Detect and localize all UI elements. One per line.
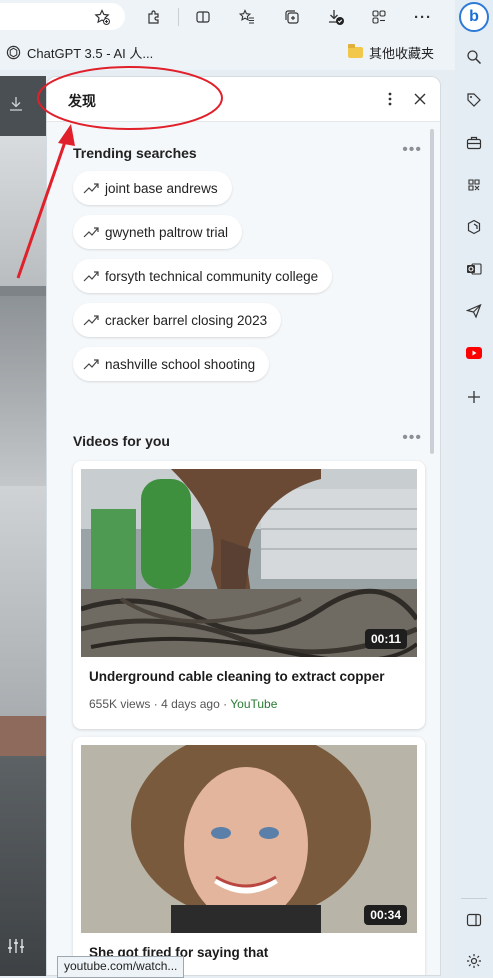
trending-label: forsyth technical community college (105, 268, 319, 284)
trending-label: cracker barrel closing 2023 (105, 312, 268, 328)
panel-title: 发现 (68, 93, 96, 109)
video-views: 655K views (89, 697, 151, 711)
video-meta: 655K views · 4 days ago · YouTube (89, 697, 278, 711)
video-thumbnail[interactable]: 00:11 (81, 469, 417, 657)
outlook-icon[interactable] (464, 259, 484, 279)
video-title: Underground cable cleaning to extract co… (89, 669, 385, 684)
equalizer-icon[interactable] (7, 938, 25, 959)
browser-toolbar: ··· (0, 0, 455, 34)
panel-header: 发现 (47, 77, 440, 122)
status-url: youtube.com/watch... (57, 956, 185, 978)
trending-label: nashville school shooting (105, 356, 256, 372)
trending-label: gwyneth paltrow trial (105, 224, 229, 240)
tools-icon[interactable] (464, 133, 484, 153)
settings-icon[interactable] (464, 951, 484, 971)
add-icon[interactable] (464, 387, 484, 407)
folder-icon (348, 44, 363, 58)
trending-arrow-icon (83, 183, 99, 194)
send-icon[interactable] (464, 301, 484, 321)
page-content-background (0, 76, 46, 976)
trending-title: Trending searches (73, 145, 197, 161)
toolbar-divider (178, 8, 179, 26)
bing-icon[interactable]: b (459, 2, 489, 32)
panel-scrollbar[interactable] (430, 129, 434, 454)
extensions-icon[interactable] (144, 7, 164, 27)
favorite-label: 其他收藏夹 (369, 46, 435, 61)
sidebar-divider (461, 898, 487, 899)
games-icon[interactable] (464, 175, 484, 195)
trending-label: joint base andrews (105, 180, 218, 196)
video-duration: 00:11 (364, 629, 407, 649)
search-icon[interactable] (464, 47, 484, 67)
video-duration: 00:34 (364, 905, 407, 925)
trending-chip[interactable]: joint base andrews (73, 171, 232, 205)
video-source[interactable]: YouTube (230, 697, 277, 711)
trending-arrow-icon (83, 359, 99, 370)
favorite-other-folder[interactable]: 其他收藏夹 (348, 43, 434, 62)
trending-arrow-icon (83, 271, 99, 282)
trending-chip[interactable]: gwyneth paltrow trial (73, 215, 243, 249)
trending-chip[interactable]: cracker barrel closing 2023 (73, 303, 282, 337)
close-icon[interactable] (410, 89, 430, 109)
split-screen-icon[interactable] (193, 7, 213, 27)
panel-more-icon[interactable] (380, 89, 400, 109)
edge-sidebar: b (455, 0, 493, 976)
favorite-chatgpt[interactable]: ChatGPT 3.5 - AI 人... (6, 43, 153, 62)
video-card[interactable]: 00:34 She got fired for saying that (73, 737, 425, 975)
videos-more-icon[interactable]: ••• (402, 429, 422, 447)
favorite-label: ChatGPT 3.5 - AI 人... (27, 46, 154, 61)
favorites-bar: ChatGPT 3.5 - AI 人... 其他收藏夹 (0, 34, 455, 70)
chatgpt-icon (6, 45, 21, 60)
trending-more-icon[interactable]: ••• (402, 141, 422, 159)
discover-panel: 发现 Trending searches ••• joint base andr… (46, 76, 441, 976)
shopping-tag-icon[interactable] (464, 90, 484, 110)
download-icon[interactable] (8, 96, 24, 117)
trending-arrow-icon (83, 227, 99, 238)
favorites-icon[interactable] (237, 7, 257, 27)
video-thumbnail[interactable]: 00:34 (81, 745, 417, 933)
trending-chip[interactable]: forsyth technical community college (73, 259, 333, 293)
collections-icon[interactable] (282, 7, 302, 27)
more-icon[interactable]: ··· (413, 7, 433, 27)
star-add-icon[interactable] (92, 7, 112, 27)
video-card[interactable]: 00:11 Underground cable cleaning to extr… (73, 461, 425, 729)
trending-chip[interactable]: nashville school shooting (73, 347, 270, 381)
split-panel-icon[interactable] (464, 910, 484, 930)
youtube-icon[interactable] (464, 343, 484, 363)
performance-icon[interactable] (369, 7, 389, 27)
videos-title: Videos for you (73, 433, 170, 449)
downloads-icon[interactable] (326, 7, 346, 27)
microsoft365-icon[interactable] (464, 217, 484, 237)
trending-arrow-icon (83, 315, 99, 326)
video-age: 4 days ago (161, 697, 220, 711)
